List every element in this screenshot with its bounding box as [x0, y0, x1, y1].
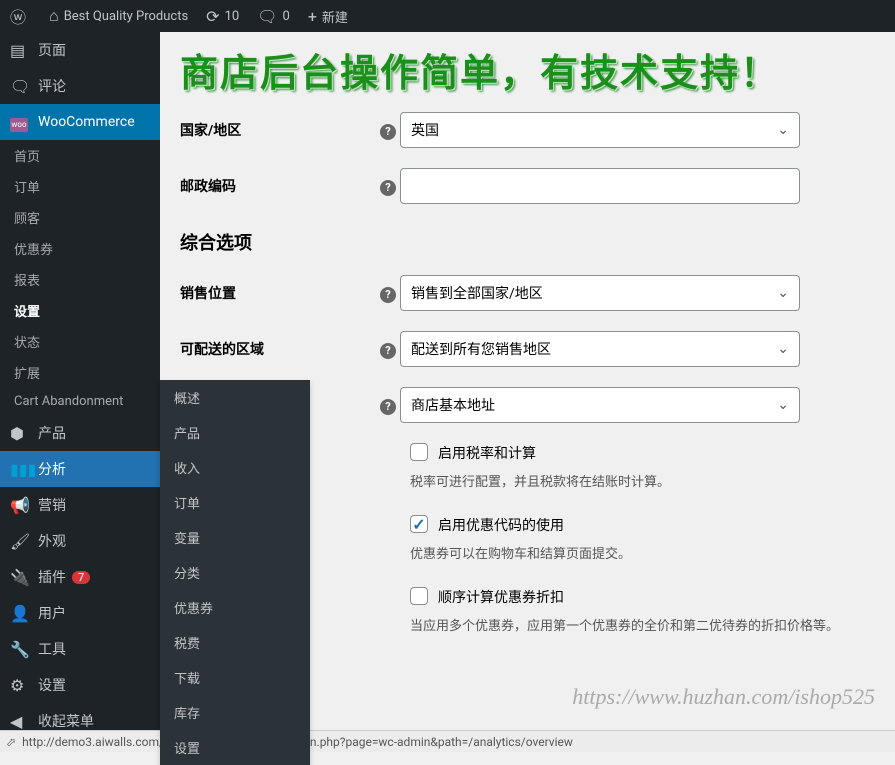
country-select[interactable]: 英国 ⌄ — [400, 112, 800, 148]
sidebar-sub-settings[interactable]: 设置 — [0, 295, 160, 326]
sidebar-sub-cart-abandon[interactable]: Cart Abandonment — [0, 388, 160, 415]
refresh-icon: ⟳ — [206, 7, 219, 26]
flyout-revenue[interactable]: 收入 — [160, 450, 310, 485]
sidebar-sub-coupons[interactable]: 优惠券 — [0, 233, 160, 264]
box-icon: ⬢ — [10, 424, 30, 443]
flyout-categories[interactable]: 分类 — [160, 555, 310, 590]
sidebar-item-users[interactable]: 👤用户 — [0, 595, 160, 631]
default-address-select[interactable]: 商店基本地址 ⌄ — [400, 387, 800, 423]
ship-location-value: 配送到所有您销售地区 — [411, 339, 551, 359]
sequential-coupon-checkbox[interactable] — [410, 587, 428, 605]
site-link[interactable]: ⌂ Best Quality Products — [49, 6, 188, 26]
collapse-icon: ◀ — [10, 712, 30, 731]
wordpress-icon: ⓦ — [10, 4, 26, 28]
sidebar-item-pages[interactable]: ▤页面 — [0, 32, 160, 68]
sidebar-sub-reports[interactable]: 报表 — [0, 264, 160, 295]
sidebar-item-plugins[interactable]: 🔌插件7 — [0, 559, 160, 595]
comment-icon: 🗨 — [10, 77, 30, 96]
ship-location-select[interactable]: 配送到所有您销售地区 ⌄ — [400, 331, 800, 367]
site-name-label: Best Quality Products — [64, 9, 188, 24]
help-icon[interactable]: ? — [380, 399, 396, 415]
sell-location-value: 销售到全部国家/地区 — [411, 283, 543, 303]
flyout-stock[interactable]: 库存 — [160, 695, 310, 730]
updates-link[interactable]: ⟳ 10 — [206, 7, 239, 26]
flyout-coupons[interactable]: 优惠券 — [160, 590, 310, 625]
flyout-orders[interactable]: 订单 — [160, 485, 310, 520]
chevron-down-icon: ⌄ — [777, 341, 789, 357]
enable-tax-checkbox[interactable] — [410, 443, 428, 461]
woocommerce-icon: woo — [10, 112, 30, 132]
user-icon: 👤 — [10, 604, 30, 623]
wrench-icon: 🔧 — [10, 640, 30, 659]
watermark-text: https://www.huzhan.com/ishop525 — [572, 684, 875, 710]
cursor-icon: ⬀ — [6, 735, 16, 749]
new-content-link[interactable]: + 新建 — [308, 7, 348, 26]
help-icon[interactable]: ? — [380, 124, 396, 140]
sidebar-item-products[interactable]: ⬢产品 — [0, 415, 160, 451]
page-icon: ▤ — [10, 41, 30, 60]
plugins-badge: 7 — [72, 571, 90, 584]
coupon-description: 优惠券可以在购物车和结算页面提交。 — [410, 543, 875, 562]
comments-link[interactable]: 🗨0 — [257, 7, 290, 26]
plus-icon: + — [308, 7, 317, 26]
sell-location-label: 销售位置 — [180, 283, 380, 303]
sell-location-select[interactable]: 销售到全部国家/地区 ⌄ — [400, 275, 800, 311]
help-icon[interactable]: ? — [380, 180, 396, 196]
section-general-options: 综合选项 — [180, 229, 875, 255]
sidebar-sub-extensions[interactable]: 扩展 — [0, 357, 160, 388]
sequential-coupon-label: 顺序计算优惠券折扣 — [438, 587, 564, 607]
zip-label: 邮政编码 — [180, 176, 380, 196]
sidebar-item-marketing[interactable]: 📢营销 — [0, 487, 160, 523]
chevron-down-icon: ⌄ — [777, 397, 789, 413]
browser-statusbar: ⬀ http://demo3.aiwalls.com/shopdemo/wp-a… — [0, 730, 895, 752]
sidebar-item-analytics[interactable]: ▮▮▮分析 — [0, 451, 160, 487]
megaphone-icon: 📢 — [10, 496, 30, 515]
chevron-down-icon: ⌄ — [777, 122, 789, 138]
wp-logo[interactable]: ⓦ — [10, 4, 31, 28]
promo-banner: 商店后台操作简单，有技术支持！ — [180, 42, 875, 97]
admin-topbar: ⓦ ⌂Best Quality Products ⟳10 🗨0 +新建 — [0, 0, 895, 32]
flyout-settings[interactable]: 设置 — [160, 730, 310, 765]
sidebar-sub-status[interactable]: 状态 — [0, 326, 160, 357]
country-label: 国家/地区 — [180, 120, 380, 140]
tax-description: 税率可进行配置，并且税款将在结账时计算。 — [410, 471, 875, 490]
brush-icon: 🖌 — [10, 532, 30, 551]
zip-input[interactable] — [400, 168, 800, 204]
default-address-value: 商店基本地址 — [411, 395, 495, 415]
flyout-variations[interactable]: 变量 — [160, 520, 310, 555]
sidebar-item-comments[interactable]: 🗨评论 — [0, 68, 160, 104]
help-icon[interactable]: ? — [380, 287, 396, 303]
comment-icon: 🗨 — [257, 7, 277, 26]
analytics-flyout-menu: 概述 产品 收入 订单 变量 分类 优惠券 税费 下载 库存 设置 — [160, 380, 310, 765]
enable-coupon-checkbox[interactable]: ✓ — [410, 515, 428, 533]
update-count: 10 — [225, 9, 240, 24]
plug-icon: 🔌 — [10, 568, 30, 587]
home-icon: ⌂ — [49, 6, 59, 26]
flyout-taxes[interactable]: 税费 — [160, 625, 310, 660]
sidebar-item-woocommerce[interactable]: wooWooCommerce — [0, 104, 160, 140]
sequential-coupon-description: 当应用多个优惠券，应用第一个优惠券的全价和第二优待券的折扣价格等。 — [410, 615, 875, 634]
new-label: 新建 — [322, 7, 348, 26]
sidebar-item-tools[interactable]: 🔧工具 — [0, 631, 160, 667]
flyout-products[interactable]: 产品 — [160, 415, 310, 450]
enable-coupon-label: 启用优惠代码的使用 — [438, 515, 564, 535]
flyout-overview[interactable]: 概述 — [160, 380, 310, 415]
sidebar-item-appearance[interactable]: 🖌外观 — [0, 523, 160, 559]
country-value: 英国 — [411, 120, 439, 140]
comment-count: 0 — [283, 9, 290, 24]
sidebar-sub-home[interactable]: 首页 — [0, 140, 160, 171]
enable-tax-label: 启用税率和计算 — [438, 443, 536, 463]
chart-icon: ▮▮▮ — [10, 460, 30, 479]
sidebar-sub-customers[interactable]: 顾客 — [0, 202, 160, 233]
sidebar-sub-orders[interactable]: 订单 — [0, 171, 160, 202]
sidebar-item-collapse[interactable]: ◀收起菜单 — [0, 703, 160, 730]
sidebar-item-settings[interactable]: ⚙设置 — [0, 667, 160, 703]
help-icon[interactable]: ? — [380, 343, 396, 359]
flyout-downloads[interactable]: 下载 — [160, 660, 310, 695]
settings-slider-icon: ⚙ — [10, 676, 30, 695]
admin-sidebar: ▤页面 🗨评论 wooWooCommerce 首页 订单 顾客 优惠券 报表 设… — [0, 32, 160, 730]
ship-location-label: 可配送的区域 — [180, 339, 380, 359]
chevron-down-icon: ⌄ — [777, 285, 789, 301]
